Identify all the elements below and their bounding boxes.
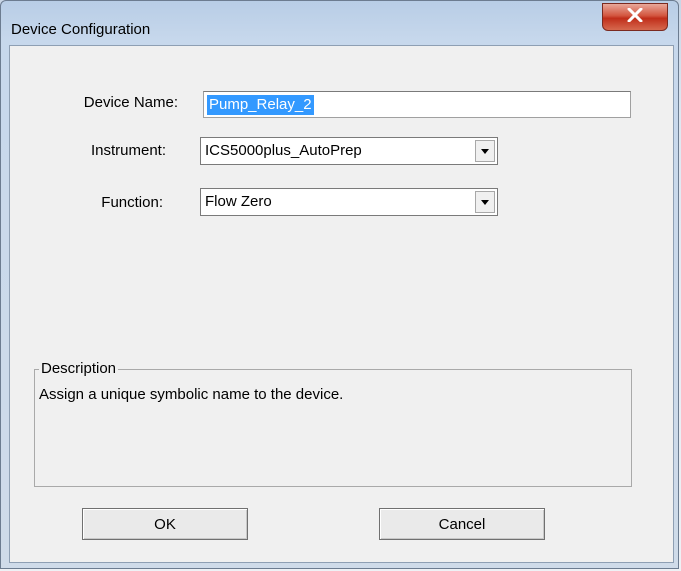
description-text: Assign a unique symbolic name to the dev…: [39, 386, 344, 403]
instrument-dropdown[interactable]: ICS5000plus_AutoPrep: [200, 137, 498, 165]
device-name-value: Pump_Relay_2: [207, 95, 314, 115]
function-dropdown[interactable]: Flow Zero: [200, 188, 498, 216]
close-icon: [627, 7, 643, 27]
instrument-label: Instrument:: [90, 142, 166, 159]
dialog-body: Device Name: Pump_Relay_2 Instrument: IC…: [9, 45, 674, 563]
cancel-button[interactable]: Cancel: [379, 508, 545, 540]
function-dropdown-arrow[interactable]: [475, 191, 495, 213]
device-name-label: Device Name:: [83, 94, 178, 111]
device-configuration-dialog: Device Configuration Device Name: Pump_R…: [0, 0, 679, 569]
close-button[interactable]: [602, 3, 668, 31]
title-bar[interactable]: Device Configuration: [1, 1, 678, 38]
function-value: Flow Zero: [205, 193, 272, 210]
description-title: Description: [39, 360, 119, 377]
dialog-title: Device Configuration: [11, 21, 151, 38]
description-group: Description Assign a unique symbolic nam…: [34, 360, 632, 487]
chevron-down-icon: [480, 193, 490, 211]
function-label: Function:: [101, 194, 163, 211]
chevron-down-icon: [480, 142, 490, 160]
device-name-input[interactable]: Pump_Relay_2: [203, 91, 631, 118]
ok-button[interactable]: OK: [82, 508, 248, 540]
instrument-value: ICS5000plus_AutoPrep: [205, 142, 362, 159]
instrument-dropdown-arrow[interactable]: [475, 140, 495, 162]
